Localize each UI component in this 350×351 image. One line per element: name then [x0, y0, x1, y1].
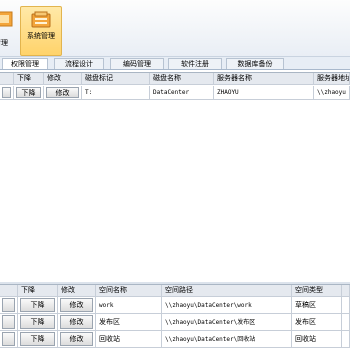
- server-name-cell: ZHAOYU: [214, 86, 314, 100]
- row-down-button[interactable]: 下降: [20, 332, 55, 346]
- header-cell-server-address: 服务器地址: [314, 73, 350, 85]
- header-cell-down: 下降: [18, 285, 58, 297]
- tab-workflow-design[interactable]: 流程设计: [54, 58, 104, 69]
- space-type-cell: 回收站: [292, 331, 342, 348]
- empty-area: [0, 106, 350, 282]
- system-management-button[interactable]: 系统管理: [20, 6, 62, 56]
- tab-permissions[interactable]: 权限管理: [2, 58, 48, 69]
- server-address-cell: \\zhaoyu: [314, 86, 350, 100]
- space-name-cell: 回收站: [96, 331, 162, 348]
- disk-name-cell: DataCenter: [150, 86, 214, 100]
- table-row[interactable]: 下降 修改 T: DataCenter ZHAOYU \\zhaoyu: [0, 86, 350, 100]
- header-cell-space-type: 空间类型: [292, 285, 342, 297]
- row-edit-button[interactable]: 修改: [60, 298, 93, 312]
- tab-code-management[interactable]: 编码管理: [110, 58, 164, 69]
- header-cell-down: 下降: [14, 73, 44, 85]
- header-cell: [342, 285, 350, 297]
- row-down-button[interactable]: 下降: [16, 87, 41, 98]
- row-up-button[interactable]: [2, 87, 11, 98]
- header-cell-server-name: 服务器名称: [214, 73, 314, 85]
- system-management-icon: [31, 11, 51, 28]
- table-row[interactable]: 下降 修改 回收站 \\zhaoyu\DataCenter\回收站 回收站: [0, 331, 350, 348]
- cleanup-icon: [0, 11, 13, 27]
- header-cell: [0, 73, 14, 85]
- header-cell-edit: 修改: [44, 73, 82, 85]
- space-path-cell: \\zhaoyu\DataCenter\work: [162, 297, 292, 314]
- row-edit-button[interactable]: 修改: [60, 315, 93, 329]
- space-grid-header: 下降 修改 空间名称 空间路径 空间类型: [0, 285, 350, 297]
- toolbar: 清理 系统管理: [0, 0, 350, 57]
- header-cell: [0, 285, 18, 297]
- row-down-button[interactable]: 下降: [20, 298, 55, 312]
- header-cell-space-path: 空间路径: [162, 285, 292, 297]
- row-down-button[interactable]: 下降: [20, 315, 55, 329]
- cleanup-button-partial[interactable]: 清理: [0, 6, 14, 54]
- space-type-cell: 发布区: [292, 314, 342, 331]
- disk-grid: 下降 修改 磁盘标记 磁盘名称 服务器名称 服务器地址 下降 修改 T: Dat…: [0, 72, 350, 107]
- row-up-button[interactable]: [2, 315, 15, 329]
- tab-database-backup[interactable]: 数据库备份: [226, 58, 284, 69]
- header-cell-disk-mark: 磁盘标记: [82, 73, 150, 85]
- row-edit-button[interactable]: 修改: [46, 87, 79, 98]
- row-up-button[interactable]: [2, 332, 15, 346]
- disk-grid-header: 下降 修改 磁盘标记 磁盘名称 服务器名称 服务器地址: [0, 73, 350, 85]
- system-management-label: 系统管理: [27, 32, 55, 40]
- table-row[interactable]: 下降 修改 发布区 \\zhaoyu\DataCenter\发布区 发布区: [0, 314, 350, 331]
- space-name-cell: 发布区: [96, 314, 162, 331]
- tab-software-registration[interactable]: 软件注册: [168, 58, 222, 69]
- extra-cell: [342, 331, 350, 348]
- space-grid: 下降 修改 空间名称 空间路径 空间类型 下降 修改 work \\zhaoyu…: [0, 284, 350, 351]
- header-cell-disk-name: 磁盘名称: [150, 73, 214, 85]
- row-edit-button[interactable]: 修改: [60, 332, 93, 346]
- extra-cell: [342, 297, 350, 314]
- header-cell-edit: 修改: [58, 285, 96, 297]
- table-row[interactable]: 下降 修改 work \\zhaoyu\DataCenter\work 草稿区: [0, 297, 350, 314]
- disk-mark-cell: T:: [82, 86, 150, 100]
- space-type-cell: 草稿区: [292, 297, 342, 314]
- cleanup-label: 清理: [0, 39, 8, 47]
- header-cell-space-name: 空间名称: [96, 285, 162, 297]
- space-path-cell: \\zhaoyu\DataCenter\发布区: [162, 314, 292, 331]
- row-up-button[interactable]: [2, 298, 15, 312]
- tab-strip: 权限管理 流程设计 编码管理 软件注册 数据库备份: [0, 57, 350, 70]
- space-name-cell: work: [96, 297, 162, 314]
- extra-cell: [342, 314, 350, 331]
- space-path-cell: \\zhaoyu\DataCenter\回收站: [162, 331, 292, 348]
